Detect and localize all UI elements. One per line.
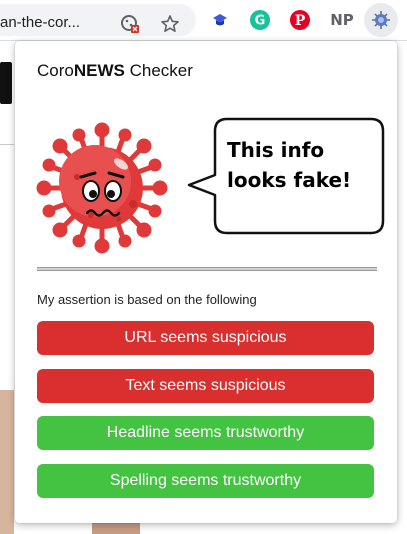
background-photo (0, 390, 14, 534)
address-bar[interactable]: an-the-cor... (0, 4, 196, 36)
popup-title: CoroNEWS Checker (37, 61, 193, 81)
section-divider (37, 267, 377, 271)
title-bold: NEWS (73, 61, 125, 80)
title-prefix: Coro (37, 61, 74, 80)
verdict-text: This info looks fake! (227, 135, 377, 195)
reason-spelling-badge: Spelling seems trustworthy (37, 464, 374, 498)
background-divider (0, 144, 14, 145)
coronews-icon (372, 11, 390, 29)
verdict-line: looks fake! (227, 168, 352, 192)
np-label: NP (330, 11, 354, 29)
reason-url-badge: URL seems suspicious (37, 321, 374, 355)
background-photo (92, 522, 140, 534)
address-bar-url[interactable]: an-the-cor... (0, 14, 112, 31)
grammarly-icon[interactable]: G (248, 8, 272, 32)
np-icon[interactable]: NP (328, 8, 356, 32)
svg-text:G: G (255, 14, 266, 29)
cookie-blocked-icon[interactable] (118, 12, 142, 36)
coronews-extension-button[interactable] (364, 3, 398, 37)
bookmark-star-icon[interactable] (158, 12, 182, 36)
reason-text-badge: Text seems suspicious (37, 369, 374, 403)
pinterest-icon[interactable]: P (288, 8, 312, 32)
assertion-label: My assertion is based on the following (37, 292, 257, 307)
verdict-line: This info (227, 138, 325, 162)
reason-headline-badge: Headline seems trustworthy (37, 416, 374, 450)
browser-toolbar: an-the-cor... G P NP (0, 0, 407, 41)
svg-text:P: P (295, 13, 306, 29)
background-logo (0, 62, 12, 104)
pinwheel-extension-icon[interactable] (208, 8, 232, 32)
worried-virus-icon (36, 122, 168, 254)
title-suffix: Checker (124, 61, 193, 80)
coronews-popup: CoroNEWS Checker This info looks fake! M… (15, 41, 397, 523)
